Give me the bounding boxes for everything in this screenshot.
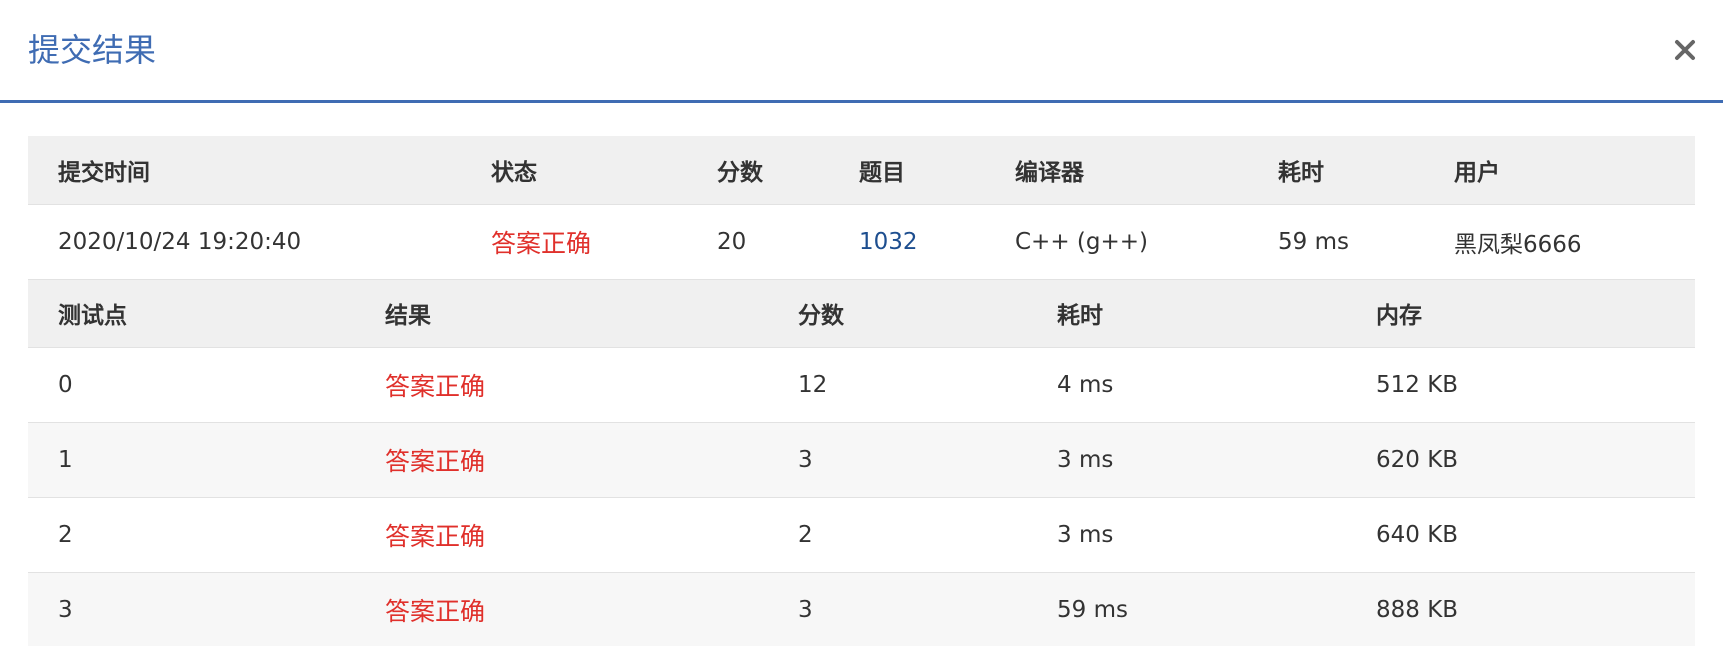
testcase-memory: 888 KB xyxy=(1346,572,1695,646)
summary-header-row: 提交时间 状态 分数 题目 编译器 耗时 用户 xyxy=(28,136,1695,205)
result-text: 答案正确 xyxy=(385,372,486,401)
testcase-time: 4 ms xyxy=(1027,347,1346,423)
testcase-memory: 640 KB xyxy=(1346,497,1695,573)
table-row: 1 答案正确 3 3 ms 620 KB xyxy=(28,422,1695,498)
testcase-result: 答案正确 xyxy=(355,497,768,573)
testcase-memory: 620 KB xyxy=(1346,422,1695,498)
testcase-id: 0 xyxy=(28,347,355,423)
total-score: 20 xyxy=(687,204,829,280)
result-text: 答案正确 xyxy=(385,522,486,551)
testcase-result: 答案正确 xyxy=(355,347,768,423)
close-button[interactable] xyxy=(1665,30,1705,70)
result-text: 答案正确 xyxy=(385,447,486,476)
testcase-score: 3 xyxy=(768,422,1027,498)
col-testcase: 测试点 xyxy=(28,279,355,348)
testcase-time: 59 ms xyxy=(1027,572,1346,646)
col-result: 结果 xyxy=(355,279,768,348)
col-compiler: 编译器 xyxy=(985,136,1248,205)
dialog-body: 提交时间 状态 分数 题目 编译器 耗时 用户 2020/10/24 19:20… xyxy=(28,136,1695,646)
testcase-id: 1 xyxy=(28,422,355,498)
table-row: 2 答案正确 2 3 ms 640 KB xyxy=(28,497,1695,573)
col-status: 状态 xyxy=(461,136,687,205)
testcase-score: 12 xyxy=(768,347,1027,423)
col-case-score: 分数 xyxy=(768,279,1027,348)
result-text: 答案正确 xyxy=(385,597,486,626)
problem-link[interactable]: 1032 xyxy=(859,229,918,255)
col-elapsed: 耗时 xyxy=(1248,136,1424,205)
compiler: C++ (g++) xyxy=(985,204,1248,280)
close-icon xyxy=(1675,40,1695,60)
dialog-header: 提交结果 xyxy=(0,0,1723,103)
col-memory: 内存 xyxy=(1346,279,1695,348)
testcase-score: 2 xyxy=(768,497,1027,573)
testcase-score: 3 xyxy=(768,572,1027,646)
testcase-result: 答案正确 xyxy=(355,422,768,498)
col-user: 用户 xyxy=(1424,136,1695,205)
col-problem: 题目 xyxy=(829,136,985,205)
problem-cell: 1032 xyxy=(829,204,985,280)
testcase-table: 测试点 结果 分数 耗时 内存 0 答案正确 12 4 ms 512 KB 1 … xyxy=(28,279,1695,646)
testcase-header-row: 测试点 结果 分数 耗时 内存 xyxy=(28,279,1695,348)
dialog-title: 提交结果 xyxy=(28,31,157,69)
col-submit-time: 提交时间 xyxy=(28,136,461,205)
table-row: 0 答案正确 12 4 ms 512 KB xyxy=(28,347,1695,423)
col-case-time: 耗时 xyxy=(1027,279,1346,348)
testcase-id: 2 xyxy=(28,497,355,573)
status-badge: 答案正确 xyxy=(461,204,687,280)
testcase-time: 3 ms xyxy=(1027,497,1346,573)
summary-row: 2020/10/24 19:20:40 答案正确 20 1032 C++ (g+… xyxy=(28,204,1695,280)
user-name: 黑凤梨6666 xyxy=(1424,204,1695,280)
elapsed-time: 59 ms xyxy=(1248,204,1424,280)
col-score: 分数 xyxy=(687,136,829,205)
testcase-id: 3 xyxy=(28,572,355,646)
table-row: 3 答案正确 3 59 ms 888 KB xyxy=(28,572,1695,646)
submit-time: 2020/10/24 19:20:40 xyxy=(28,204,461,280)
submission-result-dialog: 提交结果 提交时间 状态 分数 题目 编译器 耗时 用户 2020/10/24 … xyxy=(0,0,1723,646)
testcase-result: 答案正确 xyxy=(355,572,768,646)
summary-table: 提交时间 状态 分数 题目 编译器 耗时 用户 2020/10/24 19:20… xyxy=(28,136,1695,280)
testcase-memory: 512 KB xyxy=(1346,347,1695,423)
testcase-time: 3 ms xyxy=(1027,422,1346,498)
status-text: 答案正确 xyxy=(491,228,592,258)
